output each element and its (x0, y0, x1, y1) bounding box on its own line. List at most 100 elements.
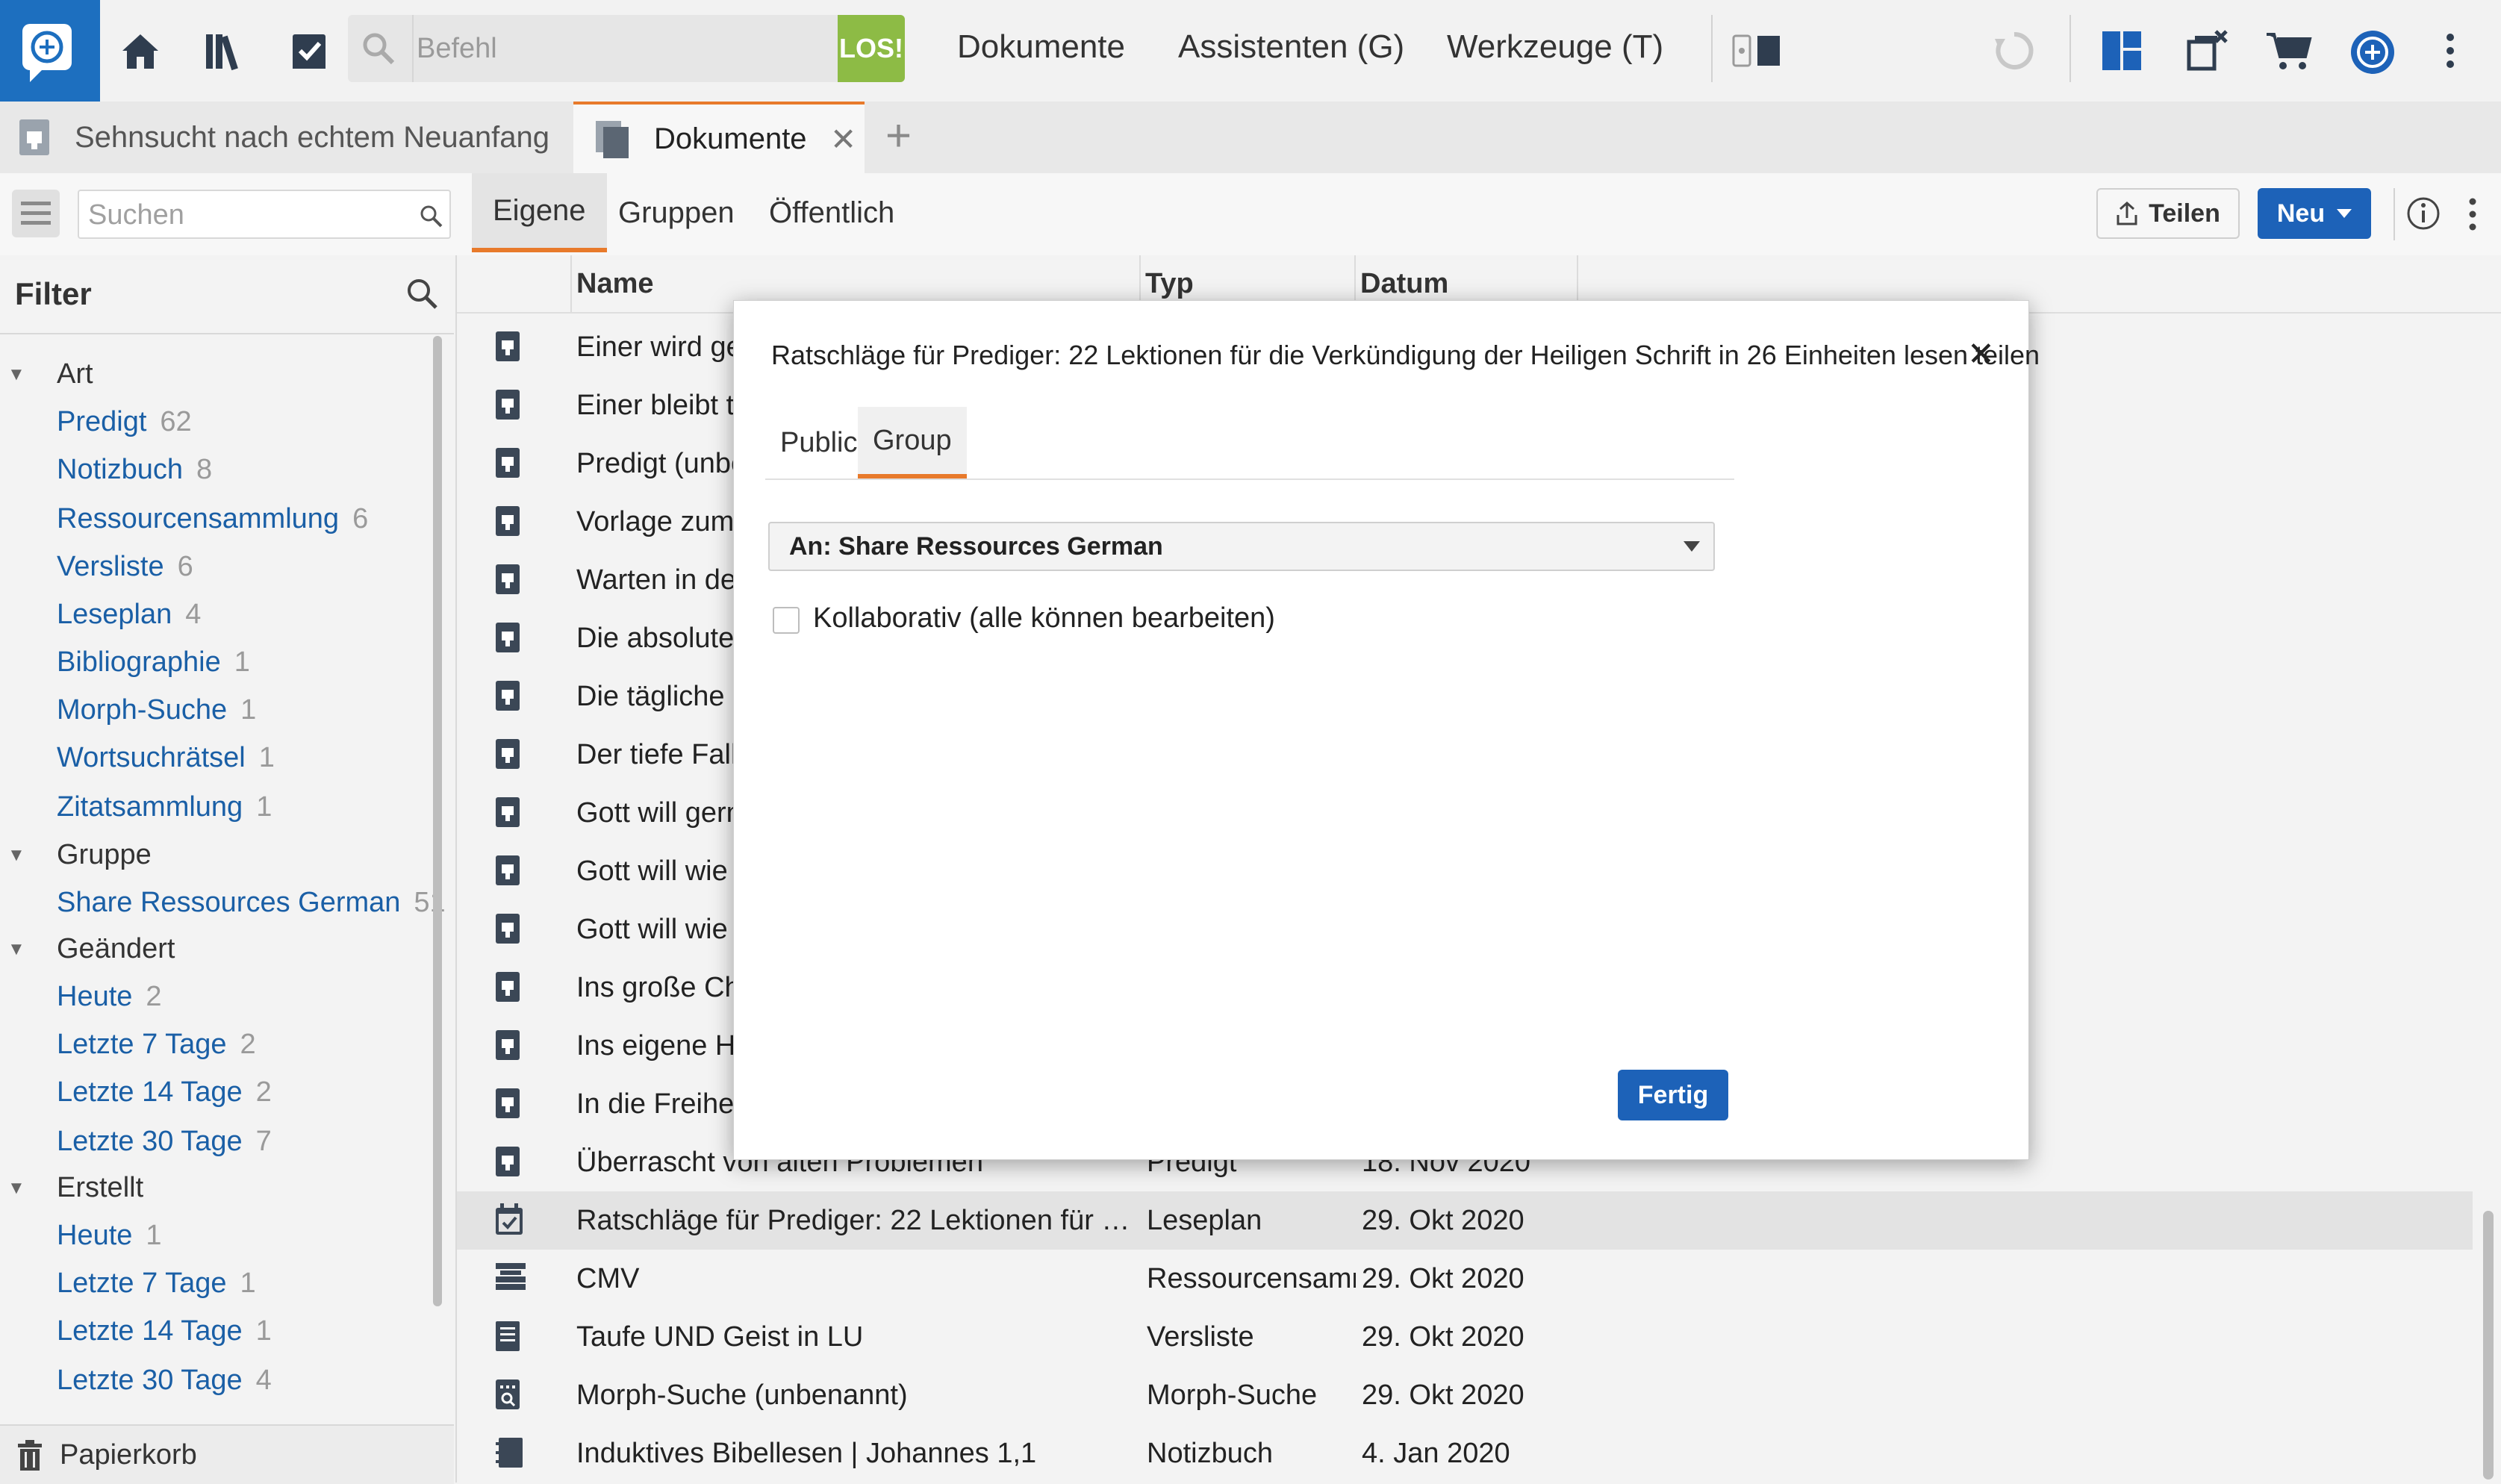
filter-item[interactable]: Notizbuch 8 (57, 454, 212, 486)
document-name: Induktives Bibellesen | Johannes 1,1 (576, 1438, 1037, 1469)
document-date: 4. Jan 2020 (1362, 1438, 1510, 1469)
sidebar-scrollbar[interactable] (433, 336, 442, 1306)
sync-icon[interactable] (1986, 22, 2043, 79)
filter-sidebar: Filter ▼ Art Predigt 62 Notizbuch 8 Ressou… (0, 255, 457, 1484)
sermon-icon (494, 912, 521, 945)
search-icon[interactable] (405, 276, 439, 311)
filter-group-group[interactable]: Gruppe (57, 839, 152, 871)
documents-toolbar: Eigene Gruppen Öffentlich Teilen Neu (0, 173, 2501, 256)
search-icon[interactable] (418, 203, 443, 228)
filter-item[interactable]: Letzte 7 Tage 2 (57, 1029, 256, 1061)
filter-item[interactable]: Heute 1 (57, 1220, 162, 1252)
command-box (348, 15, 905, 82)
filter-item[interactable]: Bibliographie 1 (57, 646, 250, 679)
sermon-icon (494, 679, 521, 712)
close-panels-icon[interactable] (2178, 22, 2235, 79)
filter-item[interactable]: Leseplan 4 (57, 599, 201, 631)
filter-item[interactable]: Predigt 62 (57, 406, 192, 438)
document-row[interactable]: CMV Ressourcensamn 29. Okt 2020 (457, 1250, 2473, 1308)
filter-group-created[interactable]: Erstellt (57, 1172, 143, 1204)
go-button[interactable]: LOS! (838, 15, 905, 82)
filter-item[interactable]: Versliste 6 (57, 551, 193, 583)
collection-icon (494, 1262, 527, 1291)
tab-group[interactable]: Group (858, 407, 967, 478)
group-select[interactable]: An: Share Ressources German (768, 522, 1715, 571)
filter-item[interactable]: Zitatsammlung 1 (57, 791, 272, 823)
collaborative-label: Kollaborativ (alle können bearbeiten) (813, 602, 1275, 634)
logos-logo-icon (22, 24, 72, 82)
tab-label: Sehnsucht nach echtem Neuanfang (75, 120, 549, 154)
filter-item[interactable]: Letzte 7 Tage 1 (57, 1268, 256, 1300)
sermon-icon (494, 854, 521, 887)
new-document-button[interactable]: Neu (2258, 188, 2371, 239)
more-options-icon[interactable] (2464, 196, 2482, 233)
collapse-arrow-icon[interactable]: ▼ (7, 939, 25, 960)
document-row[interactable]: Taufe UND Geist in LU Versliste 29. Okt 20… (457, 1308, 2473, 1366)
collaborative-checkbox[interactable] (773, 607, 800, 634)
filter-item[interactable]: Share Ressources German 51 (57, 887, 446, 919)
tab-sermon[interactable]: Sehnsucht nach echtem Neuanfang (16, 102, 569, 173)
library-icon[interactable] (196, 22, 252, 79)
filter-group-art[interactable]: Art (57, 358, 93, 390)
filter-item[interactable]: Ressourcensammlung 6 (57, 503, 368, 535)
checklist-icon[interactable] (281, 22, 337, 79)
share-button[interactable]: Teilen (2096, 188, 2240, 239)
sermon-icon (494, 738, 521, 770)
tab-groups[interactable]: Gruppen (597, 173, 756, 252)
home-icon[interactable] (112, 22, 169, 79)
command-input[interactable] (415, 24, 776, 73)
trash-label: Papierkorb (60, 1439, 197, 1471)
account-icon[interactable] (2343, 22, 2399, 79)
filter-item[interactable]: Wortsuchrätsel 1 (57, 742, 275, 774)
collapse-arrow-icon[interactable]: ▼ (7, 845, 25, 866)
menu-documents[interactable]: Dokumente (957, 28, 1125, 66)
divider (2069, 15, 2071, 82)
done-button[interactable]: Fertig (1618, 1070, 1728, 1120)
tab-public[interactable]: Öffentlich (748, 173, 915, 252)
sermon-icon (494, 330, 521, 363)
filter-item[interactable]: Morph-Suche 1 (57, 694, 256, 726)
filter-item[interactable]: Letzte 14 Tage 1 (57, 1315, 272, 1347)
logos-logo-button[interactable] (0, 0, 100, 102)
filter-search-input[interactable] (87, 196, 388, 234)
new-label: Neu (2276, 199, 2326, 228)
panel-layout-icon[interactable] (1725, 22, 1781, 79)
document-row[interactable]: Induktives Bibellesen | Johannes 1,1 Noti… (457, 1424, 2473, 1483)
tab-own[interactable]: Eigene (472, 173, 607, 252)
collapse-arrow-icon[interactable]: ▼ (7, 364, 25, 385)
cart-icon[interactable] (2259, 22, 2316, 79)
tab-label: Dokumente (654, 122, 807, 155)
document-row[interactable]: Ratschläge für Prediger: 22 Lektionen fü… (457, 1191, 2473, 1250)
dialog-tabs: Public Group (765, 407, 1734, 480)
search-icon (360, 30, 397, 67)
document-type: Leseplan (1147, 1205, 1262, 1236)
document-type: Notizbuch (1147, 1438, 1273, 1469)
add-tab-button[interactable]: + (885, 113, 912, 158)
more-menu-icon[interactable] (2429, 22, 2486, 79)
close-icon[interactable]: ✕ (1967, 338, 1995, 371)
sermon-icon (494, 1145, 521, 1178)
sermon-icon (494, 563, 521, 596)
menu-guides[interactable]: Assistenten (G) (1178, 28, 1404, 66)
info-icon[interactable] (2405, 196, 2441, 231)
divider (412, 15, 414, 82)
filter-item[interactable]: Letzte 30 Tage 7 (57, 1126, 272, 1158)
tab-public[interactable]: Public (765, 407, 873, 478)
layouts-icon[interactable] (2093, 22, 2150, 79)
share-label: Teilen (2149, 199, 2220, 228)
list-scrollbar[interactable] (2483, 1211, 2494, 1480)
trash-button[interactable]: Papierkorb (0, 1424, 454, 1484)
filter-group-modified[interactable]: Geändert (57, 933, 175, 965)
filter-item[interactable]: Heute 2 (57, 981, 162, 1013)
filter-item[interactable]: Letzte 30 Tage 4 (57, 1365, 272, 1397)
menu-tools[interactable]: Werkzeuge (T) (1447, 28, 1663, 66)
collapse-arrow-icon[interactable]: ▼ (7, 1178, 25, 1199)
upload-icon (2117, 202, 2137, 225)
document-type: Versliste (1147, 1321, 1254, 1353)
document-row[interactable]: Morph-Suche (unbenannt) Morph-Suche 29. Ok… (457, 1366, 2473, 1424)
sidebar-toggle-button[interactable] (12, 190, 60, 237)
close-icon[interactable]: ✕ (830, 121, 856, 158)
trash-icon (18, 1440, 42, 1471)
filter-item[interactable]: Letzte 14 Tage 2 (57, 1076, 272, 1109)
tab-documents[interactable]: Dokumente ✕ (573, 102, 865, 173)
